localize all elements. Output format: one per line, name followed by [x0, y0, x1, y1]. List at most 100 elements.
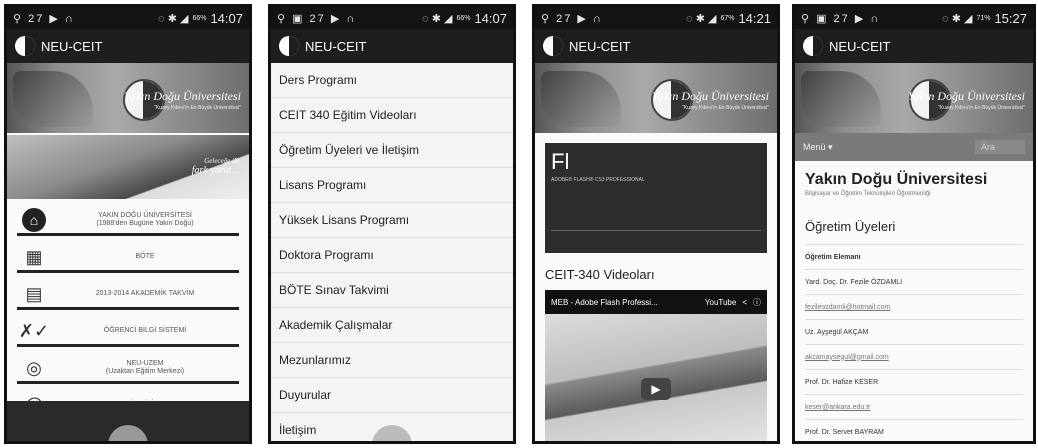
signal-icon: ◌ ✱ ◢ — [942, 12, 973, 25]
app-logo-icon[interactable] — [803, 36, 823, 56]
app-bar: NEU-CEIT — [7, 29, 249, 63]
bottom-bar — [7, 401, 249, 441]
nav-item[interactable]: Duyurular — [271, 378, 513, 413]
play-icon[interactable]: ▶ — [641, 378, 671, 401]
status-bar: ⚲ ▣ 27 ▶ ∩ ◌ ✱ ◢ 71% 15:27 — [795, 7, 1033, 29]
faculty-section-title: Öğretim Üyeleri — [805, 219, 1023, 245]
flash-caption: ADOBE® FLASH® CS3 PROFESSIONAL — [551, 177, 645, 183]
signal-icon: ◌ ✱ ◢ — [686, 12, 717, 25]
app-logo-icon[interactable] — [543, 36, 563, 56]
info-icon[interactable]: ⓘ — [753, 297, 761, 308]
videos-section-title: CEIT-340 Videoları — [545, 267, 655, 282]
clock: 14:21 — [738, 10, 771, 26]
home-glyph: ⌂ — [22, 208, 46, 232]
home-menu-label: BÖTE — [135, 253, 155, 260]
banner-title: Yakın Doğu Üniversitesi — [908, 89, 1025, 103]
battery-level: 67% — [720, 14, 735, 22]
home-menu-item[interactable]: ▦ BÖTE — [17, 244, 239, 273]
faculty-list-header: Öğretim Elemanı — [805, 245, 1023, 270]
search-input[interactable]: Ara — [974, 140, 1025, 154]
banner-graphic — [13, 71, 93, 127]
nav-item[interactable]: Akademik Çalışmalar — [271, 308, 513, 343]
banner-subtitle: "Kuzey Kıbrıs'ın En Büyük Üniversitesi" — [153, 105, 241, 111]
site-menu-bar: Menü ▾ Ara — [795, 133, 1033, 161]
calendar-icon: ▤ — [25, 283, 43, 304]
share-icon[interactable]: < — [742, 298, 747, 307]
home-menu-label: 2013-2014 AKADEMİK TAKVİM — [95, 290, 195, 297]
status-bar: ⚲ 27 ▶ ∩ ◌ ✱ ◢ 67% 14:21 — [535, 7, 777, 29]
university-banner: Yakın Doğu Üniversitesi "Kuzey Kıbrıs'ın… — [795, 63, 1033, 133]
banner-title: Yakın Doğu Üniversitesi — [124, 89, 241, 103]
home-menu: ⌂ YAKIN DOĞU ÜNİVERSİTESİ (1988'den Bugün… — [7, 201, 249, 421]
check-icon: ✗✓ — [18, 320, 50, 341]
campus-image: Geleceğe ilk fark yarat... — [7, 135, 249, 199]
department-subtitle: Bilgisayar ve Öğretim Teknolojileri Öğre… — [805, 191, 931, 197]
app-bar: NEU-CEIT — [271, 29, 513, 63]
banner-subtitle: "Kuzey Kıbrıs'ın En Büyük Üniversitesi" — [681, 105, 769, 111]
banner-graphic — [801, 71, 881, 127]
flash-logo: Fl — [551, 149, 570, 174]
home-menu-item[interactable]: ⌂ YAKIN DOĞU ÜNİVERSİTESİ (1988'den Bugün… — [17, 207, 239, 236]
nav-item[interactable]: BÖTE Sınav Takvimi — [271, 273, 513, 308]
nav-item[interactable]: CEIT 340 Eğitim Videoları — [271, 98, 513, 133]
app-logo-icon[interactable] — [15, 36, 35, 56]
video-title: MEB - Adobe Flash Professi... — [551, 297, 658, 307]
home-fab-button[interactable] — [108, 425, 148, 441]
university-banner: Yakın Doğu Üniversitesi "Kuzey Kıbrıs'ın… — [535, 63, 777, 133]
banner-subtitle: "Kuzey Kıbrıs'ın En Büyük Üniversitesi" — [937, 105, 1025, 111]
app-title: NEU-CEIT — [41, 38, 103, 54]
screen-home: ⚲ 27 ▶ ∩ ◌ ✱ ◢ 66% 14:07 NEU-CEIT Yakın … — [4, 4, 252, 444]
app-bar: NEU-CEIT — [535, 29, 777, 63]
video-title-bar: MEB - Adobe Flash Professi... YouTube < … — [545, 290, 767, 314]
faculty-name: Uz. Ayşegül AKÇAM — [805, 320, 1023, 345]
youtube-video-player[interactable]: MEB - Adobe Flash Professi... YouTube < … — [545, 290, 767, 441]
university-banner: Yakın Doğu Üniversitesi "Kuzey Kıbrıs'ın… — [7, 63, 249, 133]
faculty-email-link[interactable]: fezileozdamli@hotmail.com — [805, 295, 1023, 320]
screen-videos: ⚲ 27 ▶ ∩ ◌ ✱ ◢ 67% 14:21 NEU-CEIT Yakın … — [532, 4, 780, 444]
faculty-email-link[interactable]: keser@ankara.edu.tr — [805, 395, 1023, 420]
signal-icon: ◌ ✱ ◢ — [422, 12, 453, 25]
home-menu-label: ÖĞRENCİ BİLGİ SİSTEMİ — [103, 327, 187, 334]
coins-icon: ◎ — [26, 357, 42, 378]
slogan-line2: fark yarat... — [191, 165, 239, 176]
university-title: Yakın Doğu Üniversitesi — [805, 171, 988, 188]
status-bar: ⚲ ▣ 27 ▶ ∩ ◌ ✱ ◢ 66% 14:07 — [271, 7, 513, 29]
nav-item[interactable]: Öğretim Üyeleri ve İletişim — [271, 133, 513, 168]
app-logo-icon[interactable] — [279, 36, 299, 56]
battery-level: 71% — [976, 14, 991, 22]
youtube-brand: YouTube — [704, 297, 737, 307]
slogan-line1: Geleceğe ilk — [204, 157, 239, 165]
nav-item[interactable]: Lisans Programı — [271, 168, 513, 203]
home-menu-label: NEU-UZEM (Uzaktan Eğitim Merkezi) — [105, 360, 185, 375]
app-title: NEU-CEIT — [569, 38, 631, 54]
faculty-email-link[interactable]: akcamaysegul@gmail.com — [805, 345, 1023, 370]
status-left-icons: ⚲ 27 ▶ ∩ — [13, 12, 75, 25]
clock: 14:07 — [474, 10, 507, 26]
battery-level: 66% — [192, 14, 207, 22]
nav-item[interactable]: Yüksek Lisans Programı — [271, 203, 513, 238]
app-bar: NEU-CEIT — [795, 29, 1033, 63]
nav-drawer: Ders Programı CEIT 340 Eğitim Videoları Öğ… — [271, 63, 513, 441]
status-bar: ⚲ 27 ▶ ∩ ◌ ✱ ◢ 66% 14:07 — [7, 7, 249, 29]
clock: 15:27 — [994, 10, 1027, 26]
home-menu-item[interactable]: ✗✓ ÖĞRENCİ BİLGİ SİSTEMİ — [17, 318, 239, 347]
faculty-list: Öğretim Elemanı Yard. Doç. Dr. Fezile ÖZD… — [805, 245, 1023, 441]
screen-faculty: ⚲ ▣ 27 ▶ ∩ ◌ ✱ ◢ 71% 15:27 NEU-CEIT Yakı… — [792, 4, 1036, 444]
nav-item[interactable]: Ders Programı — [271, 63, 513, 98]
screen-nav-menu: ⚲ ▣ 27 ▶ ∩ ◌ ✱ ◢ 66% 14:07 NEU-CEIT Ders… — [268, 4, 516, 444]
home-menu-item[interactable]: ▤ 2013-2014 AKADEMİK TAKVİM — [17, 281, 239, 310]
menu-dropdown-button[interactable]: Menü ▾ — [803, 142, 833, 153]
home-menu-item[interactable]: ◎ NEU-UZEM (Uzaktan Eğitim Merkezi) — [17, 355, 239, 384]
nav-item[interactable]: Mezunlarımız — [271, 343, 513, 378]
signal-icon: ◌ ✱ ◢ — [158, 12, 189, 25]
nav-item[interactable]: Doktora Programı — [271, 238, 513, 273]
home-icon: ⌂ — [17, 208, 51, 232]
battery-level: 66% — [456, 14, 471, 22]
faculty-name: Yard. Doç. Dr. Fezile ÖZDAMLI — [805, 270, 1023, 295]
building-icon: ▦ — [25, 246, 43, 267]
status-left-icons: ⚲ ▣ 27 ▶ ∩ — [277, 12, 357, 25]
flash-splash-image: Fl ADOBE® FLASH® CS3 PROFESSIONAL — [545, 143, 767, 253]
home-menu-label: YAKIN DOĞU ÜNİVERSİTESİ (1988'den Bugüne… — [96, 212, 194, 227]
app-title: NEU-CEIT — [829, 38, 891, 54]
banner-title: Yakın Doğu Üniversitesi — [652, 89, 769, 103]
